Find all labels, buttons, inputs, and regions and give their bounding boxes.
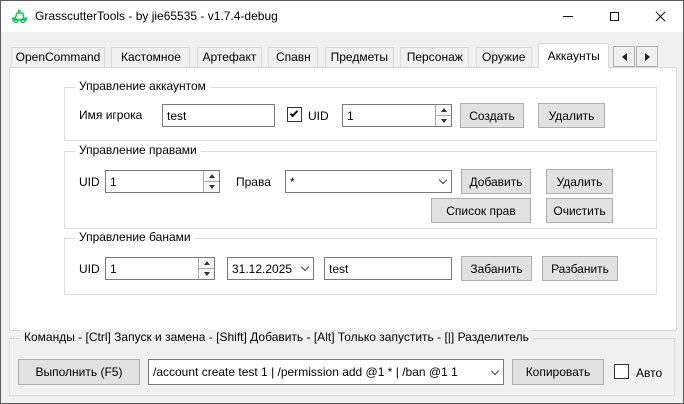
account-group-title: Управление аккаунтом <box>75 79 210 93</box>
remove-permission-button[interactable]: Удалить <box>546 169 613 194</box>
datepicker-dropdown[interactable] <box>297 258 313 279</box>
auto-checkbox[interactable] <box>614 364 629 379</box>
perm-uid-label: UID <box>79 175 100 189</box>
spinner-up-button[interactable] <box>204 171 219 181</box>
minimize-icon <box>563 16 573 17</box>
arrow-down-icon <box>209 185 215 189</box>
permissions-combobox-value: * <box>286 175 435 189</box>
tab-accounts[interactable]: Аккаунты <box>538 43 609 68</box>
titlebar[interactable]: GrasscutterTools - by jie65535 - v1.7.4-… <box>1 1 683 32</box>
spinner-up-button[interactable] <box>199 258 214 268</box>
arrow-left-icon <box>622 53 627 61</box>
chevron-down-icon <box>439 176 447 184</box>
player-name-input[interactable] <box>163 105 274 126</box>
ban-reason-field-wrap <box>324 257 452 280</box>
arrow-right-icon <box>645 53 650 61</box>
tab-scroll-right-button[interactable] <box>636 46 658 67</box>
permissions-group-title: Управление правами <box>75 143 201 157</box>
unban-button[interactable]: Разбанить <box>542 256 618 281</box>
list-permissions-button[interactable]: Список прав <box>431 198 531 223</box>
perm-uid-stepper[interactable] <box>105 170 220 193</box>
copy-command-button[interactable]: Копировать <box>512 359 604 385</box>
commands-groupbox: Команды - [Ctrl] Запуск и замена - [Shif… <box>9 338 675 396</box>
maximize-icon <box>610 12 619 21</box>
command-combobox[interactable]: /account create test 1 | /permission add… <box>148 359 504 385</box>
tab-scroll-left-button[interactable] <box>613 46 635 67</box>
spinner-down-button[interactable] <box>436 115 451 126</box>
run-command-button[interactable]: Выполнить (F5) <box>18 359 140 385</box>
close-icon <box>655 11 666 22</box>
tab-items[interactable]: Предметы <box>325 47 394 67</box>
tab-custom[interactable]: Кастомное <box>111 47 190 67</box>
ban-uid-input[interactable] <box>106 258 198 279</box>
ban-button[interactable]: Забанить <box>461 256 532 281</box>
tab-opencommand[interactable]: OpenCommand <box>11 47 105 67</box>
ban-uid-stepper[interactable] <box>105 257 215 280</box>
permissions-groupbox: Управление правами UID Права * Добавить … <box>64 151 657 229</box>
perm-uid-input[interactable] <box>106 171 203 192</box>
arrow-up-icon <box>204 261 210 265</box>
minimize-button[interactable] <box>545 1 591 32</box>
ban-date-value: 31.12.2025 <box>228 262 297 276</box>
app-window: GrasscutterTools - by jie65535 - v1.7.4-… <box>0 0 684 404</box>
combobox-dropdown[interactable] <box>435 171 451 192</box>
uid-checkbox-label: UID <box>308 109 329 123</box>
bans-group-title: Управление банами <box>75 230 195 244</box>
commands-group-title: Команды - [Ctrl] Запуск и замена - [Shif… <box>20 330 533 344</box>
arrow-down-icon <box>204 272 210 276</box>
player-name-field-wrap <box>162 104 275 127</box>
account-groupbox: Управление аккаунтом Имя игрока UID Созд… <box>64 87 657 141</box>
ban-uid-label: UID <box>79 262 100 276</box>
uid-checkbox[interactable] <box>287 107 302 122</box>
arrow-down-icon <box>441 119 447 123</box>
app-icon <box>11 8 28 25</box>
maximize-button[interactable] <box>591 1 637 32</box>
spinner-up-button[interactable] <box>436 105 451 115</box>
permissions-combobox[interactable]: * <box>285 170 452 193</box>
bans-groupbox: Управление банами UID 31.12.2025 Забанит… <box>64 238 657 295</box>
account-uid-stepper[interactable] <box>342 104 452 127</box>
clear-permissions-button[interactable]: Очистить <box>546 198 613 223</box>
delete-account-button[interactable]: Удалить <box>538 103 605 128</box>
tab-artifact[interactable]: Артефакт <box>197 47 262 67</box>
ban-reason-input[interactable] <box>325 258 451 279</box>
account-uid-input[interactable] <box>343 105 435 126</box>
arrow-up-icon <box>441 108 447 112</box>
close-button[interactable] <box>637 1 683 32</box>
tab-weapon[interactable]: Оружие <box>476 47 532 67</box>
auto-checkbox-label: Авто <box>636 366 662 380</box>
player-name-label: Имя игрока <box>79 108 142 122</box>
perm-label: Права <box>236 175 271 189</box>
chevron-down-icon <box>491 366 499 374</box>
checkmark-icon <box>290 109 298 117</box>
ban-date-picker[interactable]: 31.12.2025 <box>227 257 314 280</box>
spinner-buttons <box>203 171 219 192</box>
spinner-down-button[interactable] <box>199 268 214 279</box>
add-permission-button[interactable]: Добавить <box>461 169 531 194</box>
spinner-down-button[interactable] <box>204 181 219 192</box>
arrow-up-icon <box>209 174 215 178</box>
combobox-dropdown[interactable] <box>487 360 503 384</box>
spinner-buttons <box>198 258 214 279</box>
chevron-down-icon <box>301 263 309 271</box>
command-combobox-value: /account create test 1 | /permission add… <box>149 365 487 379</box>
window-title: GrasscutterTools - by jie65535 - v1.7.4-… <box>35 1 278 32</box>
tab-strip: OpenCommand Кастомное Артефакт Спавн Пре… <box>11 41 612 69</box>
create-account-button[interactable]: Создать <box>460 103 524 128</box>
spinner-buttons <box>435 105 451 126</box>
tab-spawn[interactable]: Спавн <box>268 47 318 67</box>
tab-character[interactable]: Персонаж <box>400 47 469 67</box>
